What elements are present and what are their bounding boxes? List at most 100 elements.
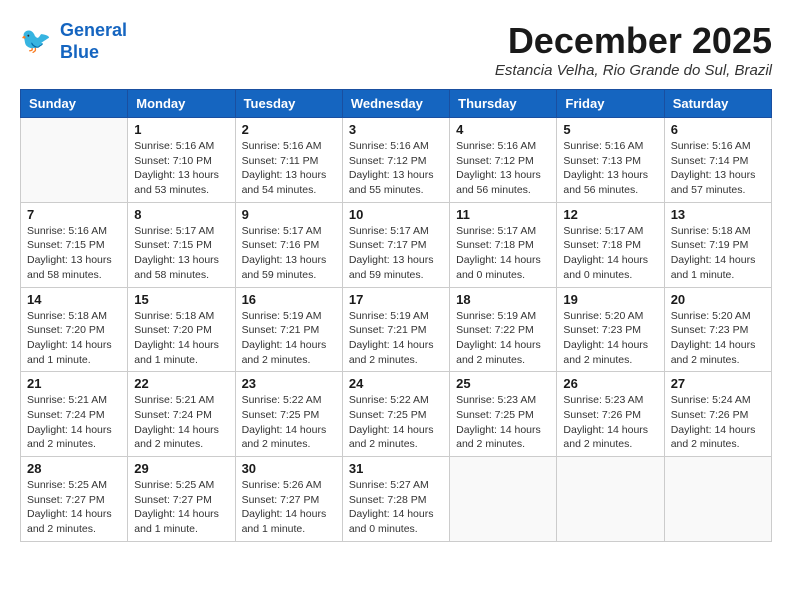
- daylight-label: Daylight: 14 hours and 1 minute.: [134, 508, 219, 535]
- cell-info: Sunrise: 5:26 AM Sunset: 7:27 PM Dayligh…: [242, 478, 336, 537]
- sunrise-label: Sunrise: 5:16 AM: [27, 225, 107, 237]
- cell-info: Sunrise: 5:16 AM Sunset: 7:13 PM Dayligh…: [563, 139, 657, 198]
- day-number: 16: [242, 292, 336, 307]
- calendar-cell: 2 Sunrise: 5:16 AM Sunset: 7:11 PM Dayli…: [235, 118, 342, 203]
- daylight-label: Daylight: 13 hours and 57 minutes.: [671, 169, 756, 196]
- sunset-label: Sunset: 7:15 PM: [134, 239, 212, 251]
- sunrise-label: Sunrise: 5:18 AM: [27, 310, 107, 322]
- calendar-cell: 5 Sunrise: 5:16 AM Sunset: 7:13 PM Dayli…: [557, 118, 664, 203]
- cell-info: Sunrise: 5:18 AM Sunset: 7:20 PM Dayligh…: [27, 309, 121, 368]
- cell-info: Sunrise: 5:16 AM Sunset: 7:10 PM Dayligh…: [134, 139, 228, 198]
- day-number: 6: [671, 122, 765, 137]
- calendar-cell: 3 Sunrise: 5:16 AM Sunset: 7:12 PM Dayli…: [342, 118, 449, 203]
- page-header: 🐦 GeneralBlue December 2025 Estancia Vel…: [20, 20, 772, 79]
- calendar-cell: [557, 457, 664, 542]
- calendar-cell: 18 Sunrise: 5:19 AM Sunset: 7:22 PM Dayl…: [450, 287, 557, 372]
- day-number: 30: [242, 461, 336, 476]
- sunset-label: Sunset: 7:24 PM: [134, 409, 212, 421]
- daylight-label: Daylight: 14 hours and 1 minute.: [27, 339, 112, 366]
- svg-text:🐦: 🐦: [20, 27, 51, 55]
- calendar-cell: 28 Sunrise: 5:25 AM Sunset: 7:27 PM Dayl…: [21, 457, 128, 542]
- weekday-header-friday: Friday: [557, 90, 664, 118]
- cell-info: Sunrise: 5:16 AM Sunset: 7:12 PM Dayligh…: [456, 139, 550, 198]
- sunrise-label: Sunrise: 5:19 AM: [456, 310, 536, 322]
- calendar-cell: 7 Sunrise: 5:16 AM Sunset: 7:15 PM Dayli…: [21, 202, 128, 287]
- day-number: 14: [27, 292, 121, 307]
- day-number: 17: [349, 292, 443, 307]
- cell-info: Sunrise: 5:19 AM Sunset: 7:21 PM Dayligh…: [349, 309, 443, 368]
- logo-icon: 🐦: [20, 24, 56, 60]
- calendar-cell: 23 Sunrise: 5:22 AM Sunset: 7:25 PM Dayl…: [235, 372, 342, 457]
- calendar-cell: 12 Sunrise: 5:17 AM Sunset: 7:18 PM Dayl…: [557, 202, 664, 287]
- sunrise-label: Sunrise: 5:22 AM: [242, 394, 322, 406]
- day-number: 26: [563, 376, 657, 391]
- cell-info: Sunrise: 5:18 AM Sunset: 7:19 PM Dayligh…: [671, 224, 765, 283]
- daylight-label: Daylight: 14 hours and 2 minutes.: [27, 508, 112, 535]
- day-number: 19: [563, 292, 657, 307]
- sunrise-label: Sunrise: 5:17 AM: [134, 225, 214, 237]
- day-number: 22: [134, 376, 228, 391]
- sunrise-label: Sunrise: 5:25 AM: [27, 479, 107, 491]
- cell-info: Sunrise: 5:20 AM Sunset: 7:23 PM Dayligh…: [671, 309, 765, 368]
- daylight-label: Daylight: 14 hours and 0 minutes.: [563, 254, 648, 281]
- cell-info: Sunrise: 5:27 AM Sunset: 7:28 PM Dayligh…: [349, 478, 443, 537]
- daylight-label: Daylight: 14 hours and 2 minutes.: [671, 424, 756, 451]
- cell-info: Sunrise: 5:23 AM Sunset: 7:26 PM Dayligh…: [563, 393, 657, 452]
- week-row-4: 28 Sunrise: 5:25 AM Sunset: 7:27 PM Dayl…: [21, 457, 772, 542]
- cell-info: Sunrise: 5:17 AM Sunset: 7:18 PM Dayligh…: [456, 224, 550, 283]
- sunset-label: Sunset: 7:11 PM: [242, 155, 319, 167]
- daylight-label: Daylight: 14 hours and 2 minutes.: [27, 424, 112, 451]
- calendar-cell: 27 Sunrise: 5:24 AM Sunset: 7:26 PM Dayl…: [664, 372, 771, 457]
- sunrise-label: Sunrise: 5:21 AM: [134, 394, 214, 406]
- sunset-label: Sunset: 7:25 PM: [349, 409, 427, 421]
- day-number: 15: [134, 292, 228, 307]
- sunset-label: Sunset: 7:28 PM: [349, 494, 427, 506]
- sunset-label: Sunset: 7:23 PM: [671, 324, 749, 336]
- daylight-label: Daylight: 14 hours and 2 minutes.: [563, 424, 648, 451]
- sunrise-label: Sunrise: 5:25 AM: [134, 479, 214, 491]
- sunrise-label: Sunrise: 5:23 AM: [563, 394, 643, 406]
- month-title: December 2025: [495, 20, 772, 62]
- cell-info: Sunrise: 5:21 AM Sunset: 7:24 PM Dayligh…: [27, 393, 121, 452]
- cell-info: Sunrise: 5:25 AM Sunset: 7:27 PM Dayligh…: [134, 478, 228, 537]
- day-number: 9: [242, 207, 336, 222]
- sunset-label: Sunset: 7:10 PM: [134, 155, 212, 167]
- cell-info: Sunrise: 5:17 AM Sunset: 7:18 PM Dayligh…: [563, 224, 657, 283]
- sunrise-label: Sunrise: 5:22 AM: [349, 394, 429, 406]
- cell-info: Sunrise: 5:18 AM Sunset: 7:20 PM Dayligh…: [134, 309, 228, 368]
- week-row-1: 7 Sunrise: 5:16 AM Sunset: 7:15 PM Dayli…: [21, 202, 772, 287]
- sunset-label: Sunset: 7:27 PM: [27, 494, 105, 506]
- daylight-label: Daylight: 14 hours and 2 minutes.: [456, 339, 541, 366]
- sunset-label: Sunset: 7:19 PM: [671, 239, 749, 251]
- sunrise-label: Sunrise: 5:20 AM: [563, 310, 643, 322]
- sunrise-label: Sunrise: 5:19 AM: [242, 310, 322, 322]
- daylight-label: Daylight: 13 hours and 56 minutes.: [563, 169, 648, 196]
- daylight-label: Daylight: 14 hours and 2 minutes.: [671, 339, 756, 366]
- sunrise-label: Sunrise: 5:23 AM: [456, 394, 536, 406]
- day-number: 23: [242, 376, 336, 391]
- calendar-cell: 31 Sunrise: 5:27 AM Sunset: 7:28 PM Dayl…: [342, 457, 449, 542]
- day-number: 29: [134, 461, 228, 476]
- sunset-label: Sunset: 7:21 PM: [349, 324, 427, 336]
- sunset-label: Sunset: 7:24 PM: [27, 409, 105, 421]
- sunset-label: Sunset: 7:15 PM: [27, 239, 105, 251]
- sunset-label: Sunset: 7:23 PM: [563, 324, 641, 336]
- daylight-label: Daylight: 13 hours and 58 minutes.: [134, 254, 219, 281]
- sunset-label: Sunset: 7:20 PM: [27, 324, 105, 336]
- day-number: 24: [349, 376, 443, 391]
- daylight-label: Daylight: 13 hours and 54 minutes.: [242, 169, 327, 196]
- day-number: 4: [456, 122, 550, 137]
- cell-info: Sunrise: 5:21 AM Sunset: 7:24 PM Dayligh…: [134, 393, 228, 452]
- sunrise-label: Sunrise: 5:16 AM: [242, 140, 322, 152]
- calendar-header-row: SundayMondayTuesdayWednesdayThursdayFrid…: [21, 90, 772, 118]
- daylight-label: Daylight: 14 hours and 2 minutes.: [349, 339, 434, 366]
- sunrise-label: Sunrise: 5:16 AM: [134, 140, 214, 152]
- calendar-cell: 11 Sunrise: 5:17 AM Sunset: 7:18 PM Dayl…: [450, 202, 557, 287]
- sunrise-label: Sunrise: 5:16 AM: [563, 140, 643, 152]
- calendar-cell: 9 Sunrise: 5:17 AM Sunset: 7:16 PM Dayli…: [235, 202, 342, 287]
- daylight-label: Daylight: 14 hours and 2 minutes.: [349, 424, 434, 451]
- day-number: 20: [671, 292, 765, 307]
- cell-info: Sunrise: 5:16 AM Sunset: 7:14 PM Dayligh…: [671, 139, 765, 198]
- week-row-2: 14 Sunrise: 5:18 AM Sunset: 7:20 PM Dayl…: [21, 287, 772, 372]
- cell-info: Sunrise: 5:16 AM Sunset: 7:12 PM Dayligh…: [349, 139, 443, 198]
